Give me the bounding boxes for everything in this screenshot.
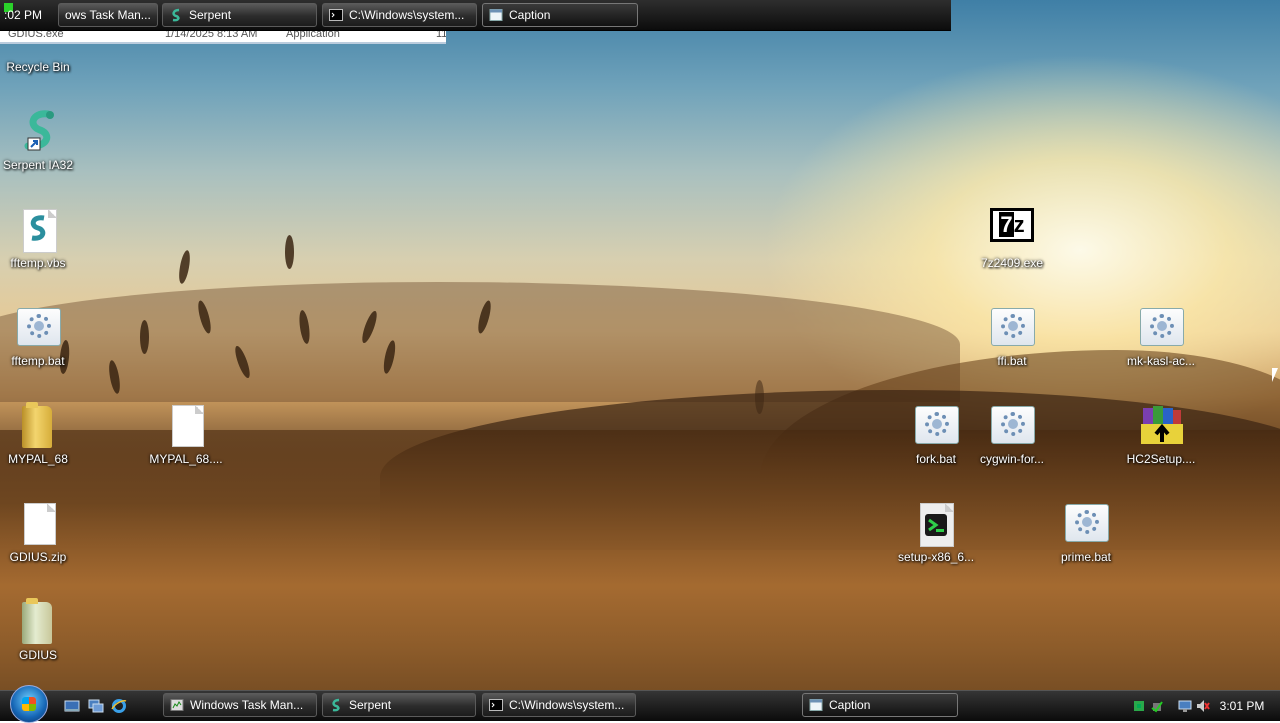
- grass-stalk: [140, 320, 149, 354]
- start-button[interactable]: [10, 685, 48, 723]
- folder-icon: [14, 598, 62, 646]
- desktop-icon-label: setup-x86_6...: [898, 550, 975, 564]
- task-button-label: ows Task Man...: [65, 8, 151, 22]
- switch-windows-icon[interactable]: [88, 698, 104, 714]
- desktop-icon-label: prime.bat: [1060, 550, 1112, 564]
- task-button-label: Serpent: [349, 698, 392, 712]
- window-icon: [489, 9, 503, 21]
- serpent-shortcut-icon: [14, 108, 62, 156]
- cmd-icon: [489, 699, 503, 711]
- desktop-icon-7z2409[interactable]: 7z 7z2409.exe: [974, 206, 1050, 270]
- task-button-label: Serpent: [189, 8, 232, 22]
- desktop-icon-mk-kasl[interactable]: mk-kasl-ac...: [1123, 304, 1199, 368]
- task-button-label: C:\Windows\system...: [349, 8, 465, 22]
- mouse-cursor-icon: [1272, 368, 1278, 382]
- windows-logo-icon: [22, 697, 36, 711]
- batch-file-icon: [988, 402, 1036, 450]
- desktop-icon-label: fftemp.bat: [11, 354, 65, 368]
- cmd-icon: [329, 9, 343, 21]
- task-button-label: Windows Task Man...: [190, 698, 304, 712]
- desktop-icon-cygwin-for[interactable]: cygwin-for...: [974, 402, 1050, 466]
- vbs-script-icon: [14, 206, 62, 254]
- desktop-icon-label: Recycle Bin: [6, 60, 70, 74]
- desktop-icon-mypal-folder[interactable]: MYPAL_68: [0, 402, 76, 466]
- desktop-icon-hc2setup[interactable]: HC2Setup....: [1123, 402, 1199, 466]
- winrar-archive-icon: [1137, 402, 1185, 450]
- safely-remove-icon[interactable]: [1150, 699, 1164, 713]
- network-icon[interactable]: [1132, 699, 1146, 713]
- task-manager-icon: [170, 699, 184, 711]
- task-button-cmd[interactable]: C:\Windows\system...: [482, 693, 636, 717]
- desktop-icon-gdius-folder[interactable]: GDIUS: [0, 598, 76, 662]
- desktop-icon-gdius-zip[interactable]: GDIUS.zip: [0, 500, 76, 564]
- desktop-icon-label: mk-kasl-ac...: [1126, 354, 1195, 368]
- batch-file-icon: [1062, 500, 1110, 548]
- volume-muted-icon[interactable]: [1196, 699, 1210, 713]
- task-button-caption[interactable]: Caption: [802, 693, 958, 717]
- desktop-wallpaper: [0, 0, 1280, 720]
- recycle-bin-icon: [14, 10, 62, 58]
- batch-file-icon: [988, 304, 1036, 352]
- desktop-icon-setup-x86[interactable]: setup-x86_6...: [898, 500, 974, 564]
- grass-stalk: [755, 380, 764, 414]
- zip-file-icon: [14, 500, 62, 548]
- task-button-label: Caption: [829, 698, 871, 712]
- taskbar-clock[interactable]: 3:01 PM: [1212, 691, 1272, 721]
- top-task-button-cmd[interactable]: C:\Windows\system...: [322, 3, 477, 27]
- desktop-icon-recycle-bin[interactable]: Recycle Bin: [0, 10, 76, 74]
- grass-stalk: [285, 235, 294, 269]
- folder-icon: [14, 402, 62, 450]
- top-task-button-caption[interactable]: Caption: [482, 3, 638, 27]
- show-desktop-icon[interactable]: [64, 698, 80, 714]
- desktop-icon-label: cygwin-for...: [979, 452, 1045, 466]
- desktop-icon-ffi-bat[interactable]: ffi.bat: [974, 304, 1050, 368]
- desktop-icon-fork-bat[interactable]: fork.bat: [898, 402, 974, 466]
- top-taskbar: :02 PM ows Task Man... Serpent C:\Window…: [0, 0, 951, 31]
- desktop-icon-label: fork.bat: [915, 452, 957, 466]
- desktop-icon-mypal-file[interactable]: MYPAL_68....: [148, 402, 224, 466]
- desktop-icon-fftemp-vbs[interactable]: fftemp.vbs: [0, 206, 76, 270]
- batch-file-icon: [1137, 304, 1185, 352]
- grass-stalk: [177, 249, 192, 285]
- desktop-icon-prime-bat[interactable]: prime.bat: [1048, 500, 1124, 564]
- display-icon[interactable]: [1178, 699, 1192, 713]
- task-button-task-manager[interactable]: Windows Task Man...: [163, 693, 317, 717]
- desktop-icon-label: MYPAL_68: [8, 452, 68, 466]
- desktop-icon-label: fftemp.vbs: [10, 256, 66, 270]
- 7zip-installer-icon: 7z: [988, 206, 1036, 254]
- window-icon: [809, 699, 823, 711]
- batch-file-icon: [912, 402, 960, 450]
- desktop-icon-label: GDIUS.zip: [9, 550, 67, 564]
- internet-explorer-icon[interactable]: [111, 698, 127, 714]
- desktop-icon-label: Serpent IA32: [2, 158, 74, 172]
- task-button-label: C:\Windows\system...: [509, 698, 625, 712]
- task-button-label: Caption: [509, 8, 551, 22]
- task-button-serpent[interactable]: Serpent: [322, 693, 476, 717]
- blank-file-icon: [162, 402, 210, 450]
- desktop-icon-label: GDIUS: [18, 648, 57, 662]
- serpent-icon: [332, 698, 340, 712]
- desktop-icon-fftemp-bat[interactable]: fftemp.bat: [0, 304, 76, 368]
- batch-file-icon: [14, 304, 62, 352]
- desktop-icon-label: 7z2409.exe: [980, 256, 1044, 270]
- top-task-button-serpent[interactable]: Serpent: [162, 3, 317, 27]
- desktop-icon-serpent-ia32[interactable]: Serpent IA32: [0, 108, 76, 172]
- desktop-icon-label: HC2Setup....: [1126, 452, 1196, 466]
- cygwin-setup-icon: [912, 500, 960, 548]
- desktop-icon-label: ffi.bat: [997, 354, 1027, 368]
- desktop-icon-label: MYPAL_68....: [149, 452, 223, 466]
- taskbar: Windows Task Man... Serpent C:\Windows\s…: [0, 685, 1280, 723]
- serpent-icon: [172, 8, 180, 22]
